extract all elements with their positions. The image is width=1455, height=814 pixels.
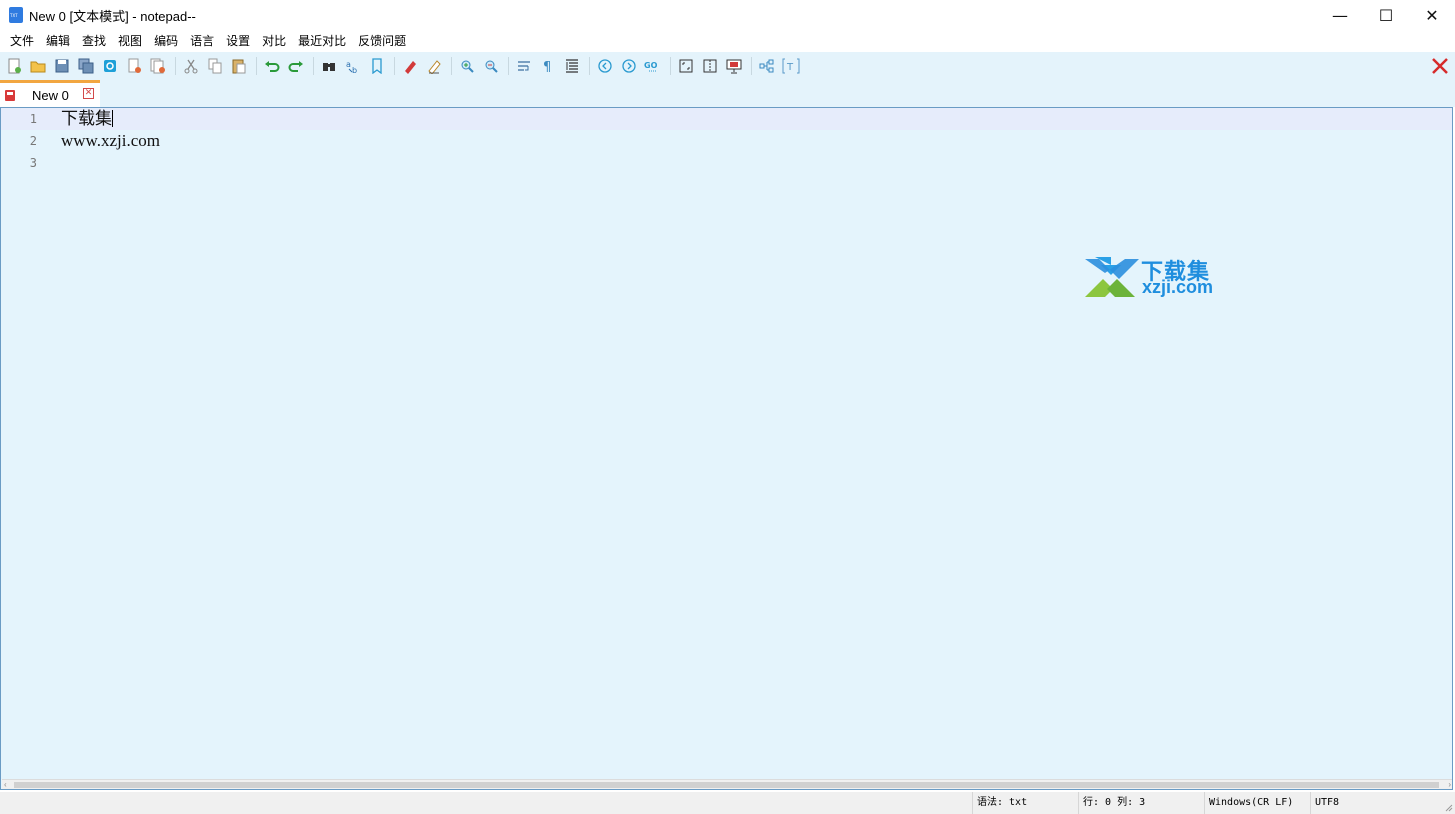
toolbar-separator xyxy=(394,57,395,75)
tab-bar: New 0 ✕ xyxy=(0,80,1455,107)
close-file-icon[interactable] xyxy=(123,55,145,77)
scrollbar-thumb[interactable] xyxy=(14,782,1439,788)
new-file-icon[interactable] xyxy=(3,55,25,77)
editor-line: 3 xyxy=(1,152,1452,174)
close-window-button[interactable]: ✕ xyxy=(1409,0,1455,30)
indent-guide-icon[interactable] xyxy=(561,55,583,77)
toolbar-separator xyxy=(751,57,752,75)
svg-text:T: T xyxy=(786,62,794,73)
menu-file[interactable]: 文件 xyxy=(4,30,40,52)
menu-edit[interactable]: 编辑 xyxy=(40,30,76,52)
scroll-left-arrow-icon[interactable]: ‹ xyxy=(4,780,7,789)
svg-text:a: a xyxy=(346,60,351,69)
open-folder-icon[interactable] xyxy=(27,55,49,77)
fullscreen-icon[interactable] xyxy=(675,55,697,77)
toolbar-separator xyxy=(451,57,452,75)
save-icon[interactable] xyxy=(51,55,73,77)
svg-text:GO: GO xyxy=(644,61,658,70)
toolbar: ab ¶ GO T xyxy=(0,52,1455,80)
window-controls: — ☐ ✕ xyxy=(1317,0,1455,30)
paste-icon[interactable] xyxy=(228,55,250,77)
line-number: 3 xyxy=(29,156,37,170)
toolbar-separator xyxy=(175,57,176,75)
watermark-logo: 下载集 xzji.com xyxy=(1083,255,1223,301)
redo-icon[interactable] xyxy=(285,55,307,77)
status-bar: 语法: txt 行: 0 列: 3 Windows(CR LF) UTF8 xyxy=(0,792,1455,814)
line-text: www.xzji.com xyxy=(61,131,160,150)
unsaved-file-icon xyxy=(5,89,15,101)
toolbar-separator xyxy=(508,57,509,75)
menu-encoding[interactable]: 编码 xyxy=(148,30,184,52)
window-title: New 0 [文本模式] - notepad-- xyxy=(29,8,196,24)
svg-text:¶: ¶ xyxy=(543,60,551,74)
svg-text:b: b xyxy=(352,66,357,74)
close-all-icon[interactable] xyxy=(147,55,169,77)
horizontal-scrollbar[interactable]: ‹ › xyxy=(2,779,1452,789)
status-encoding: UTF8 xyxy=(1310,792,1430,814)
menu-find[interactable]: 查找 xyxy=(76,30,112,52)
mark-icon[interactable] xyxy=(399,55,421,77)
resize-grip-icon[interactable] xyxy=(1443,802,1453,812)
toolbar-separator xyxy=(313,57,314,75)
menu-view[interactable]: 视图 xyxy=(112,30,148,52)
copy-icon[interactable] xyxy=(204,55,226,77)
editor[interactable]: 1 下载集 2 www.xzji.com 3 下载集 xzji.com ‹ › xyxy=(0,107,1453,790)
menu-compare[interactable]: 对比 xyxy=(256,30,292,52)
tab-new-0[interactable]: New 0 ✕ xyxy=(0,80,100,107)
find-icon[interactable] xyxy=(318,55,340,77)
maximize-button[interactable]: ☐ xyxy=(1363,0,1409,30)
line-number: 1 xyxy=(29,112,37,126)
goto-line-icon[interactable]: GO xyxy=(642,55,664,77)
clear-mark-icon[interactable] xyxy=(423,55,445,77)
tab-close-icon[interactable]: ✕ xyxy=(83,88,94,99)
word-wrap-icon[interactable] xyxy=(513,55,535,77)
status-eol: Windows(CR LF) xyxy=(1204,792,1308,814)
bookmark-icon[interactable] xyxy=(366,55,388,77)
cut-icon[interactable] xyxy=(180,55,202,77)
menu-bar: 文件 编辑 查找 视图 编码 语言 设置 对比 最近对比 反馈问题 xyxy=(0,30,1455,52)
status-syntax: 语法: txt xyxy=(972,792,1076,814)
zoom-in-icon[interactable] xyxy=(456,55,478,77)
scroll-right-arrow-icon[interactable]: › xyxy=(1448,780,1451,789)
text-mode-icon[interactable]: T xyxy=(780,55,802,77)
menu-language[interactable]: 语言 xyxy=(184,30,220,52)
app-icon xyxy=(9,7,23,23)
menu-settings[interactable]: 设置 xyxy=(220,30,256,52)
xzji-logo-icon xyxy=(1085,257,1139,297)
toolbar-separator xyxy=(670,57,671,75)
show-symbols-icon[interactable]: ¶ xyxy=(537,55,559,77)
editor-line: 1 下载集 xyxy=(1,108,1452,130)
editor-line: 2 www.xzji.com xyxy=(1,130,1452,152)
line-text: 下载集 xyxy=(61,108,113,130)
line-text-content: 下载集 xyxy=(61,109,112,128)
watermark-url: xzji.com xyxy=(1142,277,1214,297)
prev-diff-icon[interactable] xyxy=(594,55,616,77)
tab-label: New 0 xyxy=(32,87,69,103)
undo-icon[interactable] xyxy=(261,55,283,77)
toolbar-separator xyxy=(256,57,257,75)
save-all-icon[interactable] xyxy=(75,55,97,77)
close-toolbar-icon[interactable] xyxy=(1429,55,1451,77)
split-view-icon[interactable] xyxy=(699,55,721,77)
reload-icon[interactable] xyxy=(99,55,121,77)
status-cursor-position: 行: 0 列: 3 xyxy=(1078,792,1202,814)
text-caret xyxy=(112,110,113,127)
next-diff-icon[interactable] xyxy=(618,55,640,77)
zoom-out-icon[interactable] xyxy=(480,55,502,77)
menu-recent-compare[interactable]: 最近对比 xyxy=(292,30,352,52)
minimize-button[interactable]: — xyxy=(1317,0,1363,30)
menu-feedback[interactable]: 反馈问题 xyxy=(352,30,412,52)
replace-icon[interactable]: ab xyxy=(342,55,364,77)
line-number: 2 xyxy=(29,134,37,148)
structure-icon[interactable] xyxy=(756,55,778,77)
title-bar: New 0 [文本模式] - notepad-- — ☐ ✕ xyxy=(0,0,1455,30)
present-icon[interactable] xyxy=(723,55,745,77)
toolbar-separator xyxy=(589,57,590,75)
